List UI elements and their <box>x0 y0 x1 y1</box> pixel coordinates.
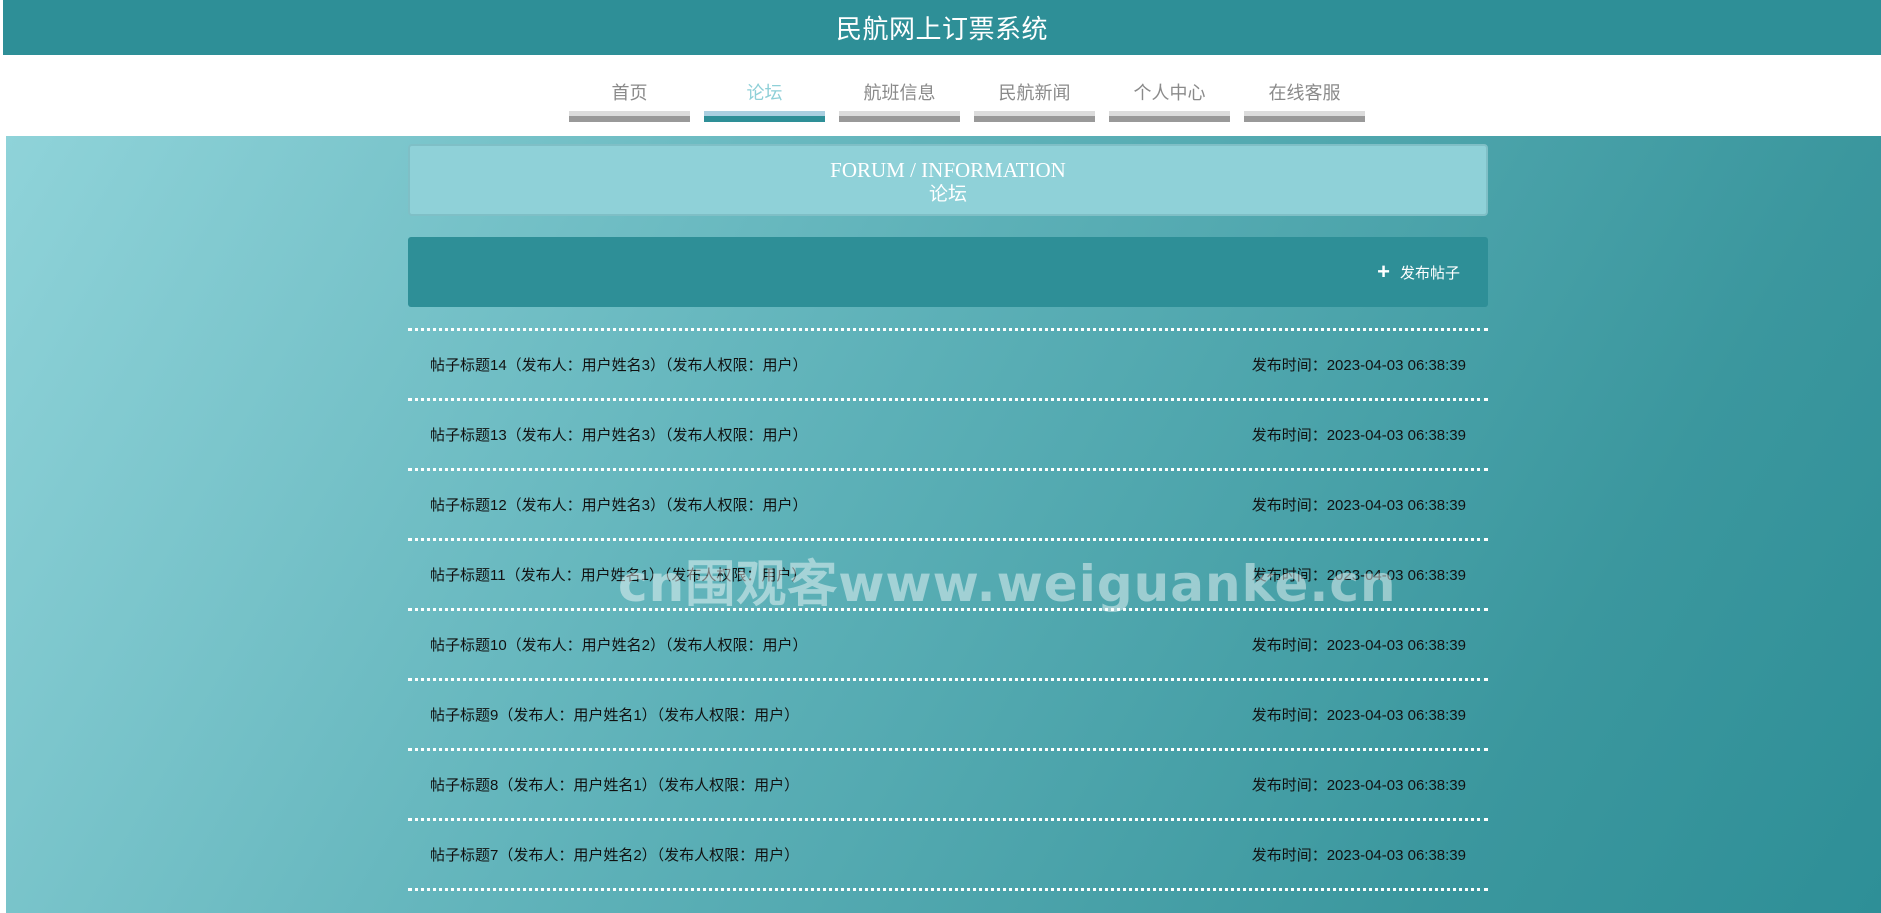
post-title[interactable]: 帖子标题9（发布人：用户姓名1）（发布人权限：用户） <box>430 704 799 725</box>
nav-underline <box>1244 111 1365 122</box>
page-title-cn: 论坛 <box>928 184 967 205</box>
nav-item-label: 民航新闻 <box>998 83 1071 103</box>
post-item[interactable]: 帖子标题8（发布人：用户姓名1）（发布人权限：用户） 发布时间：2023-04-… <box>408 751 1488 818</box>
post-item[interactable]: 帖子标题7（发布人：用户姓名2）（发布人权限：用户） 发布时间：2023-04-… <box>408 821 1488 888</box>
post-item[interactable]: 帖子标题13（发布人：用户姓名3）（发布人权限：用户） 发布时间：2023-04… <box>408 401 1488 468</box>
page-title-en: FORUM / INFORMATION <box>830 158 1066 182</box>
nav-item-label: 个人中心 <box>1133 83 1206 103</box>
divider <box>408 888 1488 891</box>
main-nav: 首页 论坛 航班信息 民航新闻 个人中心 在线客服 <box>3 55 1881 136</box>
site-title: 民航网上订票系统 <box>835 14 1048 44</box>
nav-item-flights[interactable]: 航班信息 <box>839 55 960 125</box>
nav-item-forum[interactable]: 论坛 <box>704 55 825 125</box>
nav-underline <box>704 111 825 122</box>
nav-item-profile[interactable]: 个人中心 <box>1109 55 1230 125</box>
post-time: 发布时间：2023-04-03 06:38:39 <box>1251 637 1466 654</box>
add-post-button[interactable]: + 发布帖子 <box>1377 259 1460 284</box>
post-time: 发布时间：2023-04-03 06:38:39 <box>1251 357 1466 374</box>
post-time: 发布时间：2023-04-03 06:38:39 <box>1251 427 1466 444</box>
page-title-box: FORUM / INFORMATION 论坛 <box>408 144 1488 216</box>
post-title[interactable]: 帖子标题11（发布人：用户姓名1）（发布人权限：用户） <box>430 564 806 585</box>
nav-item-label: 首页 <box>611 83 648 103</box>
post-title[interactable]: 帖子标题13（发布人：用户姓名3）（发布人权限：用户） <box>430 424 808 445</box>
nav-item-news[interactable]: 民航新闻 <box>974 55 1095 125</box>
post-time: 发布时间：2023-04-03 06:38:39 <box>1251 567 1466 584</box>
post-item[interactable]: 帖子标题14（发布人：用户姓名3）（发布人权限：用户） 发布时间：2023-04… <box>408 331 1488 398</box>
nav-item-label: 航班信息 <box>863 83 936 103</box>
post-item[interactable]: 帖子标题11（发布人：用户姓名1）（发布人权限：用户） 发布时间：2023-04… <box>408 541 1488 608</box>
post-item[interactable]: 帖子标题10（发布人：用户姓名2）（发布人权限：用户） 发布时间：2023-04… <box>408 611 1488 678</box>
nav-underline <box>1109 111 1230 122</box>
post-title[interactable]: 帖子标题14（发布人：用户姓名3）（发布人权限：用户） <box>430 354 808 375</box>
nav-item-home[interactable]: 首页 <box>569 55 690 125</box>
page: 民航网上订票系统 首页 论坛 航班信息 民航新闻 个人中心 在线客服 FORUM… <box>0 0 1881 913</box>
post-title[interactable]: 帖子标题12（发布人：用户姓名3）（发布人权限：用户） <box>430 494 808 515</box>
add-post-label: 发布帖子 <box>1399 264 1460 282</box>
post-item[interactable]: 帖子标题9（发布人：用户姓名1）（发布人权限：用户） 发布时间：2023-04-… <box>408 681 1488 748</box>
post-title[interactable]: 帖子标题7（发布人：用户姓名2）（发布人权限：用户） <box>430 844 799 865</box>
post-title[interactable]: 帖子标题8（发布人：用户姓名1）（发布人权限：用户） <box>430 774 799 795</box>
forum-container: FORUM / INFORMATION 论坛 + 发布帖子 帖子标题14（发布人… <box>408 136 1488 891</box>
nav-item-label: 论坛 <box>746 83 783 103</box>
site-header: 民航网上订票系统 <box>3 0 1881 55</box>
plus-icon: + <box>1377 259 1390 284</box>
post-title[interactable]: 帖子标题10（发布人：用户姓名2）（发布人权限：用户） <box>430 634 808 655</box>
post-list: 帖子标题14（发布人：用户姓名3）（发布人权限：用户） 发布时间：2023-04… <box>408 328 1488 891</box>
nav-item-label: 在线客服 <box>1268 83 1341 103</box>
action-bar: + 发布帖子 <box>408 237 1488 307</box>
nav-underline <box>974 111 1095 122</box>
post-item[interactable]: 帖子标题12（发布人：用户姓名3）（发布人权限：用户） 发布时间：2023-04… <box>408 471 1488 538</box>
post-time: 发布时间：2023-04-03 06:38:39 <box>1251 707 1466 724</box>
nav-underline <box>569 111 690 122</box>
nav-underline <box>839 111 960 122</box>
main-content: FORUM / INFORMATION 论坛 + 发布帖子 帖子标题14（发布人… <box>6 136 1881 913</box>
post-time: 发布时间：2023-04-03 06:38:39 <box>1251 777 1466 794</box>
nav-item-support[interactable]: 在线客服 <box>1244 55 1365 125</box>
post-time: 发布时间：2023-04-03 06:38:39 <box>1251 497 1466 514</box>
post-time: 发布时间：2023-04-03 06:38:39 <box>1251 847 1466 864</box>
